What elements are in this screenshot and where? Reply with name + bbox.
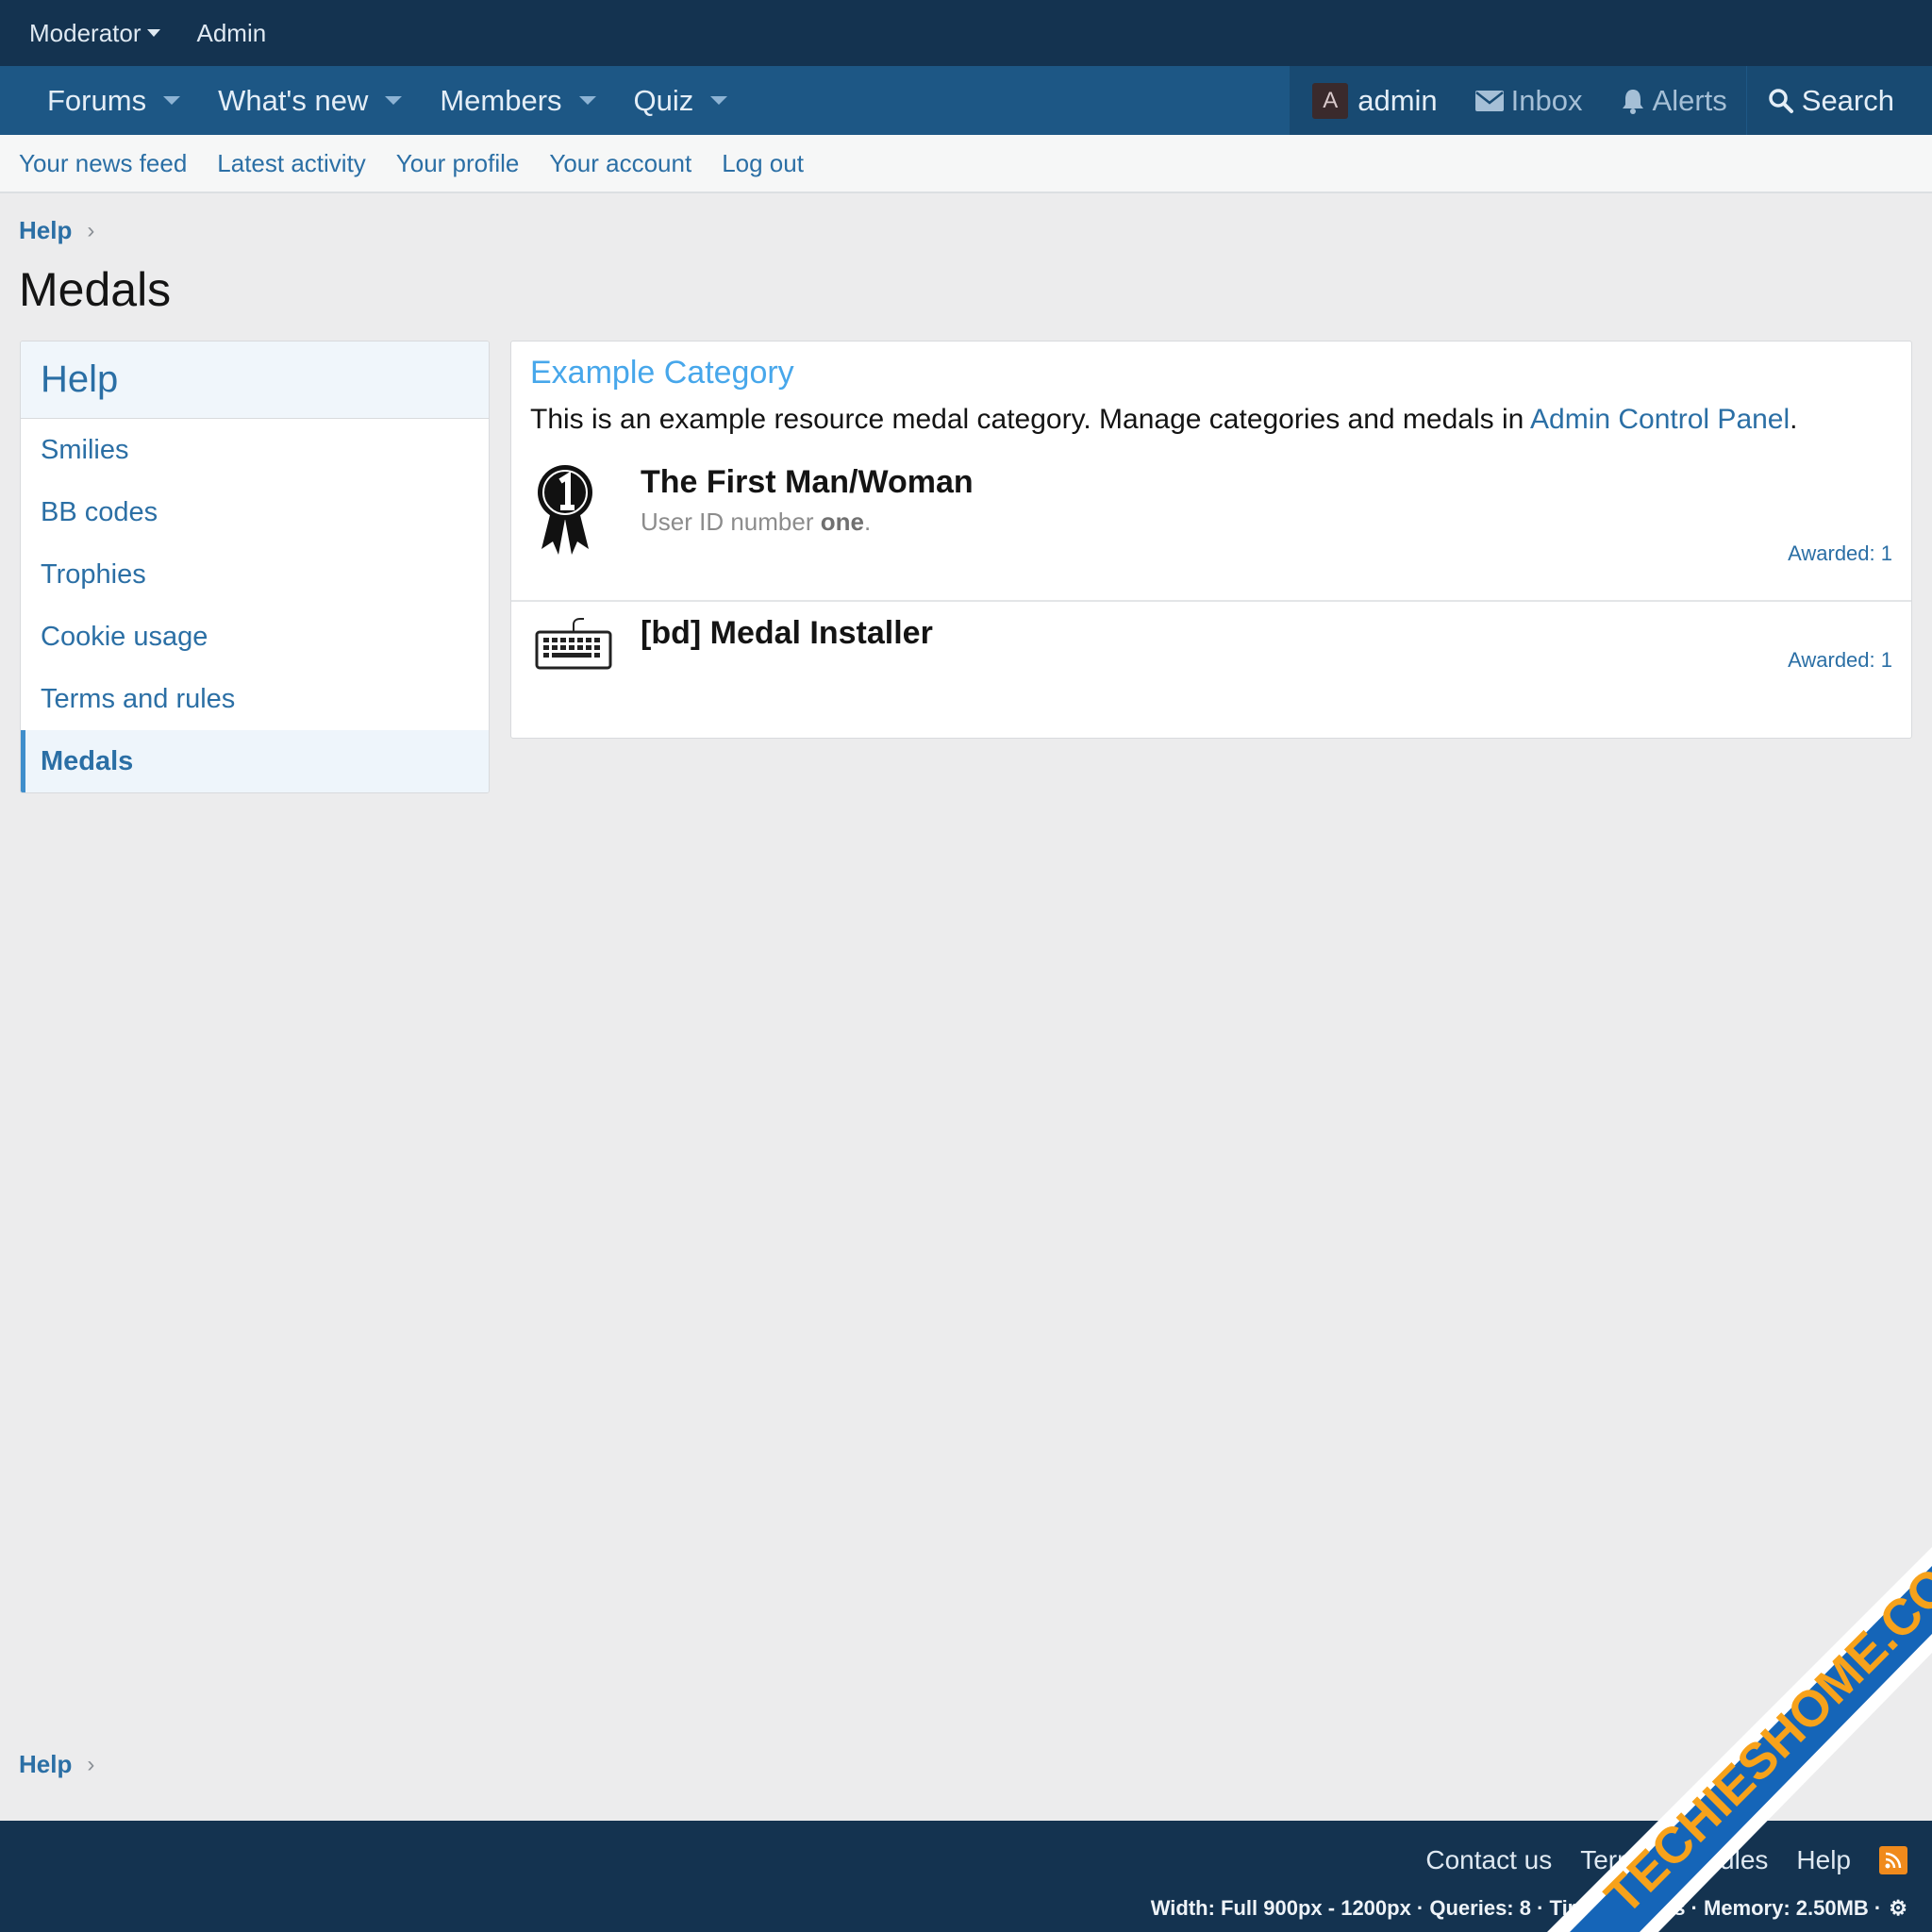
sidebar-item-bb-codes[interactable]: BB codes (21, 481, 489, 543)
search-link[interactable]: Search (1747, 66, 1932, 135)
rss-icon[interactable] (1879, 1846, 1907, 1874)
admin-control-panel-link[interactable]: Admin Control Panel (1530, 404, 1790, 435)
chevron-right-icon: › (87, 1751, 95, 1777)
nav-quiz-label: Quiz (633, 83, 694, 117)
search-icon (1769, 88, 1793, 113)
subnav-log-out[interactable]: Log out (722, 149, 804, 178)
nav-forums-label: Forums (47, 83, 147, 117)
medal-desc-end: . (863, 508, 872, 536)
inbox-label: Inbox (1510, 83, 1583, 117)
sidebar-item-medals[interactable]: Medals (21, 730, 489, 792)
keyboard-icon (535, 618, 612, 670)
alerts-label: Alerts (1652, 83, 1727, 117)
awarded-count[interactable]: Awarded: 1 (1788, 541, 1892, 566)
admin-link[interactable]: Admin (197, 19, 267, 48)
nav-user-area: A admin Inbox Alerts Search (1290, 66, 1932, 135)
sub-nav: Your news feed Latest activity Your prof… (0, 135, 1932, 193)
nav-members-label: Members (440, 83, 562, 117)
category-title[interactable]: Example Category (530, 355, 794, 391)
avatar: A (1312, 82, 1349, 119)
watermark-logo: TECHIESHOME.COM (1547, 1526, 1932, 1932)
medal-row: [bd] Medal Installer Awarded: 1 (511, 615, 1911, 728)
chevron-down-icon[interactable] (163, 96, 181, 105)
footer-contact-us[interactable]: Contact us (1425, 1845, 1552, 1875)
divider (511, 600, 1911, 602)
subnav-latest-activity[interactable]: Latest activity (217, 149, 366, 178)
sidebar-title[interactable]: Help (21, 341, 489, 419)
page-title: Medals (19, 263, 172, 316)
medal-category-block: Example Category This is an example reso… (510, 341, 1912, 739)
caret-down-icon (146, 29, 160, 37)
moderator-menu[interactable]: Moderator (29, 19, 160, 48)
ribbon-one-icon (538, 465, 592, 555)
breadcrumb-bottom: Help › (19, 1750, 94, 1779)
search-label: Search (1801, 83, 1894, 117)
account-menu[interactable]: A admin (1290, 66, 1456, 135)
gear-icon[interactable]: ⚙ (1889, 1896, 1907, 1921)
nav-whats-new-label: What's new (218, 83, 369, 117)
breadcrumb-help[interactable]: Help (19, 1750, 72, 1779)
footer-debug-info: Width: Full 900px - 1200px · Queries: 8 … (1151, 1896, 1907, 1921)
sidebar-item-terms[interactable]: Terms and rules (21, 668, 489, 730)
alerts-link[interactable]: Alerts (1602, 66, 1746, 135)
envelope-icon (1474, 90, 1504, 111)
help-sidebar: Help Smilies BB codes Trophies Cookie us… (20, 341, 490, 793)
footer-terms[interactable]: Terms and rules (1580, 1845, 1768, 1875)
footer-help[interactable]: Help (1796, 1845, 1851, 1875)
footer: Contact us Terms and rules Help Width: F… (0, 1821, 1932, 1932)
chevron-down-icon[interactable] (710, 96, 728, 105)
debug-text: Width: Full 900px - 1200px · Queries: 8 … (1150, 1896, 1882, 1920)
footer-links: Contact us Terms and rules Help (1397, 1845, 1907, 1875)
subnav-your-account[interactable]: Your account (549, 149, 691, 178)
nav-forums[interactable]: Forums (47, 83, 181, 118)
subnav-news-feed[interactable]: Your news feed (19, 149, 187, 178)
inbox-link[interactable]: Inbox (1457, 66, 1602, 135)
username: admin (1357, 83, 1438, 117)
nav-members[interactable]: Members (440, 83, 596, 118)
sidebar-item-cookie-usage[interactable]: Cookie usage (21, 606, 489, 668)
chevron-right-icon: › (87, 217, 95, 243)
medal-name[interactable]: [bd] Medal Installer (641, 615, 933, 652)
staff-bar: Moderator Admin (0, 0, 1932, 66)
medal-desc-text: User ID number (641, 508, 821, 536)
breadcrumb: Help › (19, 216, 94, 245)
nav-whats-new[interactable]: What's new (218, 83, 403, 118)
category-desc-end: . (1790, 404, 1798, 435)
nav-quiz[interactable]: Quiz (634, 84, 728, 118)
chevron-down-icon[interactable] (385, 96, 403, 105)
medal-description: User ID number one. (641, 508, 871, 537)
breadcrumb-help[interactable]: Help (19, 216, 72, 245)
bell-icon (1622, 89, 1643, 114)
medal-desc-bold: one (820, 508, 864, 536)
main-nav: Forums What's new Members Quiz A admin I… (0, 66, 1932, 135)
medal-name[interactable]: The First Man/Woman (641, 464, 974, 501)
category-desc-text: This is an example resource medal catego… (530, 404, 1531, 435)
chevron-down-icon[interactable] (578, 96, 596, 105)
moderator-label: Moderator (29, 18, 142, 47)
category-description: This is an example resource medal catego… (530, 404, 1798, 436)
sidebar-item-trophies[interactable]: Trophies (21, 543, 489, 606)
awarded-count[interactable]: Awarded: 1 (1788, 648, 1892, 673)
subnav-your-profile[interactable]: Your profile (396, 149, 520, 178)
sidebar-item-smilies[interactable]: Smilies (21, 419, 489, 481)
medal-row: The First Man/Woman User ID number one. … (511, 464, 1911, 596)
